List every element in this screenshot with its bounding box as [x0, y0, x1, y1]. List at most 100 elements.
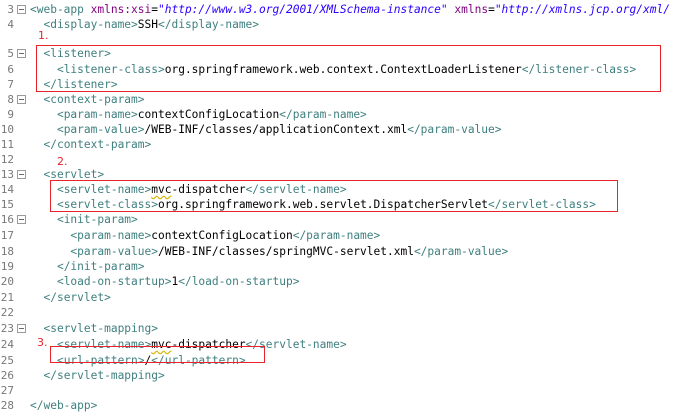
xml-text: /WEB-INF/classes/applicationContext.xml [144, 123, 408, 136]
line-number: 5 [7, 47, 14, 60]
xml-attribute-value: "http://xmlns.jcp.org/xml/ [494, 3, 670, 16]
xml-tag: <web-app [30, 3, 91, 16]
code-line[interactable]: 26 </servlet-mapping> [0, 368, 688, 383]
xml-tag: </web-app> [30, 399, 98, 412]
code-line[interactable]: 4 <display-name>SSH</display-name> [0, 17, 688, 32]
code-line[interactable]: 17 <param-name>contextConfigLocation</pa… [0, 228, 688, 243]
xml-tag: </display-name> [158, 18, 260, 31]
xml-text: contextConfigLocation [151, 229, 293, 242]
code-line[interactable]: 11 </context-param> [0, 137, 688, 152]
code-line[interactable]: 16 <init-param> [0, 212, 688, 227]
xml-attribute-value: "http://www.w3.org/2001/XMLSchema-instan… [158, 3, 448, 16]
xml-tag: </init-param> [56, 260, 145, 273]
xml-tag: <param-value> [56, 123, 145, 136]
code-line[interactable]: 12 [0, 152, 688, 167]
fold-toggle-icon[interactable] [17, 215, 26, 224]
xml-text: = [151, 3, 158, 16]
line-content: <init-param> [30, 212, 138, 227]
annotation-marker-1: 1. [38, 29, 49, 42]
annotation-marker-2: 2. [57, 155, 68, 168]
fold-toggle-icon[interactable] [17, 49, 26, 58]
line-number: 27 [0, 384, 14, 397]
line-content: </servlet> [30, 290, 110, 305]
xml-tag: </load-on-startup> [178, 275, 300, 288]
line-content: <servlet-mapping> [30, 321, 158, 336]
code-line[interactable]: 23 <servlet-mapping> [0, 321, 688, 336]
code-line[interactable]: 18 <param-value>/WEB-INF/classes/springM… [0, 244, 688, 259]
xml-attribute: xmlns:xsi [90, 3, 152, 16]
code-line[interactable]: 20 <load-on-startup>1</load-on-startup> [0, 274, 688, 289]
annotation-box-listener [36, 45, 661, 92]
line-number: 24 [0, 338, 14, 351]
line-number: 13 [0, 168, 14, 181]
line-number: 11 [0, 138, 14, 151]
xml-tag: </param-name> [292, 229, 381, 242]
line-number: 21 [0, 291, 14, 304]
line-number: 18 [0, 245, 14, 258]
xml-tag: </param-name> [279, 108, 367, 121]
line-content: <display-name>SSH</display-name> [30, 17, 259, 32]
code-line[interactable]: 8 <context-param> [0, 92, 688, 107]
line-number: 17 [0, 229, 14, 242]
line-number: 23 [0, 322, 14, 335]
code-line[interactable]: 27 [0, 383, 688, 398]
xml-tag: <display-name> [43, 18, 138, 31]
xml-tag: </context-param> [43, 138, 152, 151]
xml-tag: </servlet-mapping> [43, 369, 165, 382]
xml-tag: <servlet-mapping> [43, 322, 158, 335]
annotation-box-servlet [50, 180, 618, 212]
code-line[interactable]: 10 <param-value>/WEB-INF/classes/applica… [0, 122, 688, 137]
line-number: 6 [7, 63, 14, 76]
code-line[interactable]: 9 <param-name>contextConfigLocation</par… [0, 107, 688, 122]
xml-tag: </param-value> [413, 245, 509, 258]
fold-toggle-icon[interactable] [17, 324, 26, 333]
line-content: <load-on-startup>1</load-on-startup> [30, 274, 300, 289]
code-line[interactable]: 19 </init-param> [0, 259, 688, 274]
xml-attribute: xmlns [454, 3, 489, 16]
line-number: 9 [7, 108, 14, 121]
xml-text: /WEB-INF/classes/springMVC-servlet.xml [157, 245, 414, 258]
line-number: 28 [0, 399, 14, 412]
code-line[interactable]: 21 </servlet> [0, 290, 688, 305]
xml-text: SSH [137, 18, 158, 31]
xml-tag: </param-value> [407, 123, 502, 136]
line-content: </init-param> [30, 259, 145, 274]
line-number: 16 [0, 213, 14, 226]
fold-toggle-icon[interactable] [17, 170, 26, 179]
fold-toggle-icon[interactable] [17, 5, 26, 14]
line-number: 7 [7, 78, 14, 91]
line-content: <context-param> [30, 92, 145, 107]
line-number: 22 [0, 306, 14, 319]
code-line[interactable]: 22 [0, 305, 688, 320]
code-line[interactable]: 28 </web-app> [0, 398, 688, 413]
annotation-box-url-pattern [50, 346, 265, 363]
xml-tag: <param-name> [70, 229, 152, 242]
line-number: 12 [0, 153, 14, 166]
xml-tag: <init-param> [56, 213, 138, 226]
line-number: 15 [0, 198, 14, 211]
line-content: <param-name>contextConfigLocation</param… [30, 228, 380, 243]
code-line[interactable]: 3 <web-app xmlns:xsi="http://www.w3.org/2… [0, 2, 688, 17]
fold-toggle-icon[interactable] [17, 95, 26, 104]
line-number: 19 [0, 260, 14, 273]
annotation-marker-3: 3. [37, 336, 48, 349]
xml-tag: <context-param> [43, 93, 145, 106]
xml-tag: <param-value> [70, 245, 158, 258]
xml-tag: <load-on-startup> [56, 275, 172, 288]
line-content: <param-value>/WEB-INF/classes/applicatio… [30, 122, 502, 137]
line-number: 8 [7, 93, 14, 106]
line-content: <param-name>contextConfigLocation</param… [30, 107, 367, 122]
line-number: 10 [0, 123, 14, 136]
